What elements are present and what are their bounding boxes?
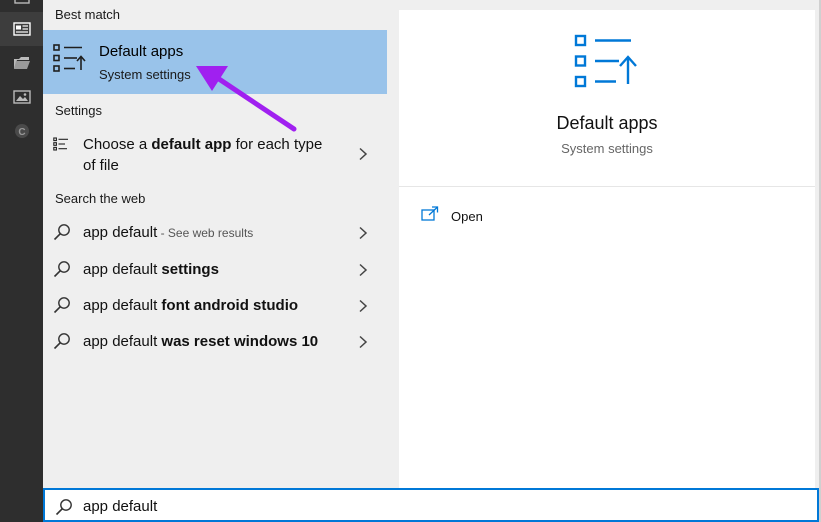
svg-text:C: C (18, 127, 25, 138)
news-icon[interactable] (0, 12, 43, 46)
search-icon (53, 224, 70, 241)
search-icon (53, 261, 70, 278)
open-external-icon (421, 206, 439, 221)
preview-panel: Default apps System settings Open (399, 10, 815, 488)
search-icon (55, 499, 72, 516)
best-match-subtitle: System settings (99, 67, 191, 82)
settings-result-item[interactable]: Choose a default app for each type of fi… (43, 128, 387, 178)
web-result-text: app default was reset windows 10 (83, 333, 319, 350)
best-match-heading: Best match (55, 7, 121, 22)
image-icon[interactable] (0, 80, 43, 114)
web-result-item[interactable]: app default settings (43, 258, 387, 282)
settings-result-line1: Choose a default app for each type (83, 136, 323, 153)
settings-heading: Settings (55, 103, 102, 118)
default-apps-large-icon (574, 34, 640, 93)
web-result-text: app default font android studio (83, 297, 299, 314)
default-apps-icon (53, 44, 87, 77)
annotation-arrow-icon (196, 66, 297, 132)
chevron-right-icon (359, 147, 368, 161)
preview-divider (399, 186, 815, 187)
web-heading: Search the web (55, 191, 146, 206)
web-result-item[interactable]: app default font android studio (43, 294, 387, 318)
folder-icon[interactable] (0, 46, 43, 80)
open-action-label: Open (451, 209, 483, 224)
search-input[interactable] (83, 496, 683, 516)
chevron-right-icon (359, 299, 368, 313)
web-result-text: app default settings (83, 261, 219, 278)
settings-list-icon (53, 137, 69, 156)
search-icon (53, 297, 70, 314)
web-result-item[interactable]: app default was reset windows 10 (43, 330, 387, 354)
cortana-icon[interactable]: C (0, 114, 43, 148)
chevron-right-icon (359, 226, 368, 240)
chevron-right-icon (359, 263, 368, 277)
left-rail: C (0, 0, 43, 522)
best-match-title: Default apps (99, 43, 184, 60)
settings-result-line2: of file (83, 157, 119, 174)
web-result-text: app default - See web results (83, 224, 254, 241)
chevron-right-icon (359, 335, 368, 349)
search-bar[interactable] (43, 488, 819, 522)
preview-subtitle: System settings (561, 141, 653, 156)
web-result-item[interactable]: app default - See web results (43, 221, 387, 245)
preview-title: Default apps (556, 113, 658, 133)
search-icon (53, 333, 70, 350)
